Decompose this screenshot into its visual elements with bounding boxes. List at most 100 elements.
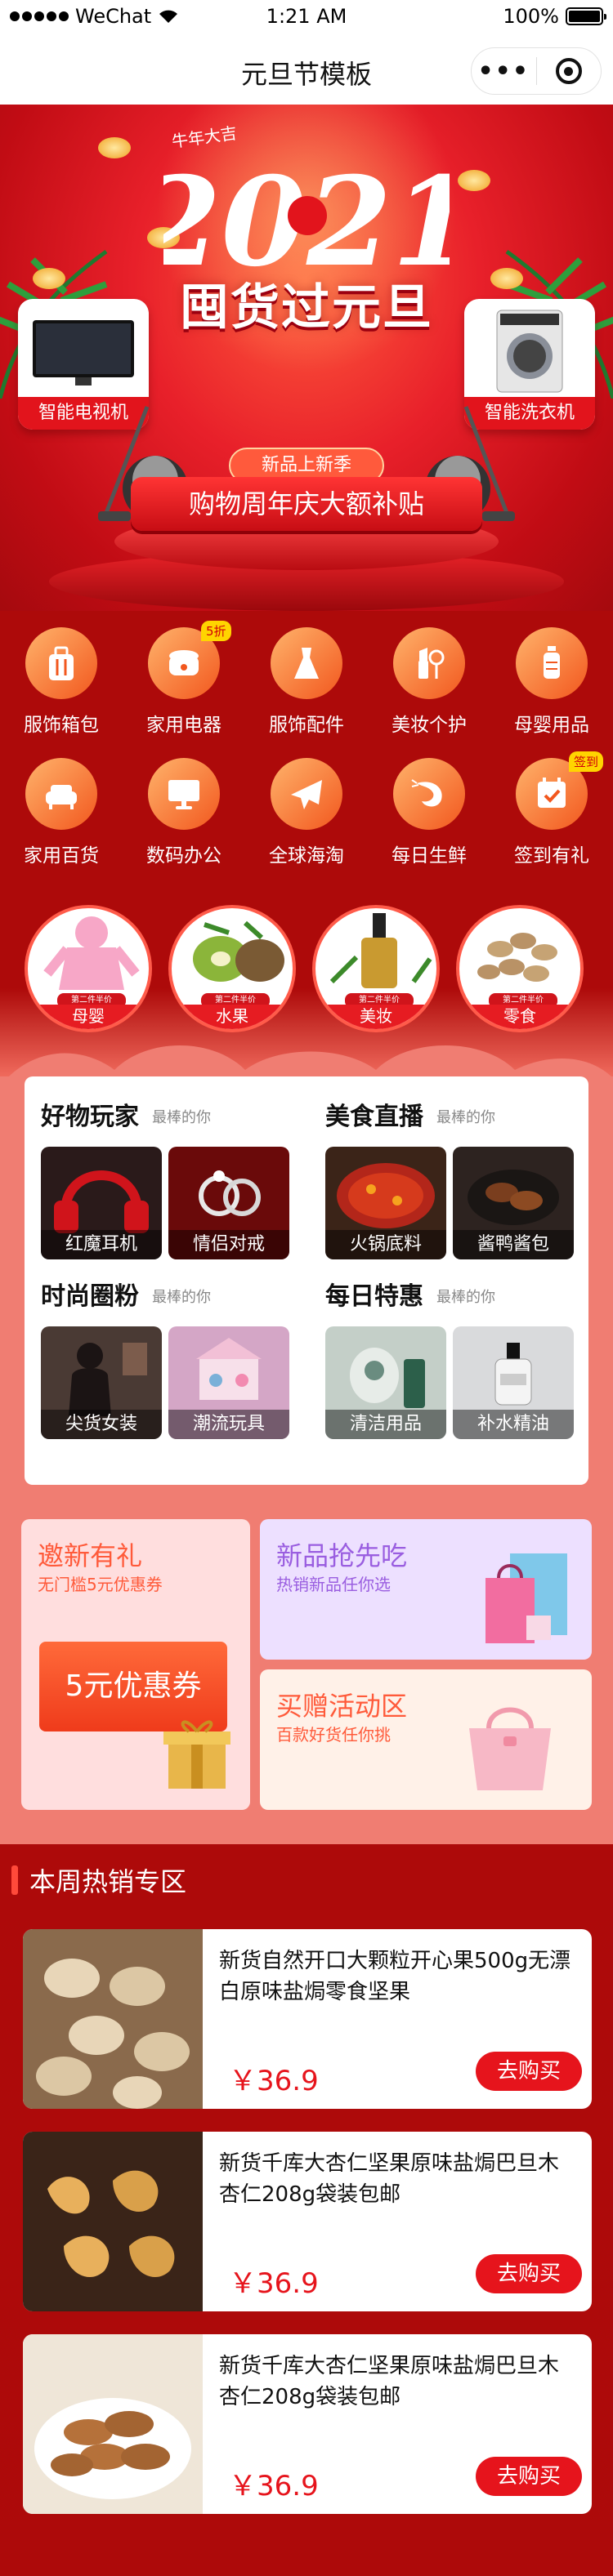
thumb-women-fashion[interactable]: 尖货女装	[41, 1326, 162, 1439]
circle-label: 零食	[459, 1005, 580, 1029]
woman-figure-icon	[69, 1343, 147, 1416]
circle-card-fruit[interactable]: 第二件半价 水果	[168, 905, 296, 1032]
toy-carousel-icon	[196, 1338, 262, 1400]
signin-badge: 签到	[569, 751, 604, 772]
battery-icon	[566, 7, 606, 25]
handbag-icon	[469, 1707, 551, 1790]
gold-coin-icon	[98, 137, 131, 158]
category-item[interactable]: 美妆个护	[368, 611, 490, 736]
promo-activity[interactable]: 买赠活动区 百款好货任你挑	[260, 1669, 592, 1810]
baby-bottle-icon	[516, 627, 588, 699]
product-card[interactable]: 新货千库大杏仁坚果原味盐焗巴旦木杏仁208g袋装包邮 ￥36.9 去购买	[23, 2334, 592, 2514]
washing-machine-icon	[496, 310, 563, 393]
thumb-headphones[interactable]: 红魔耳机	[41, 1147, 162, 1259]
block-food-live: 美食直播 最棒的你 火锅底料 酱鸭酱包	[325, 1096, 579, 1268]
nav-bar: 元旦节模板 •••	[0, 36, 613, 105]
lipstick-icon	[393, 627, 465, 699]
buy-button[interactable]: 去购买	[476, 2457, 582, 2496]
category-item[interactable]: 服饰配件	[245, 611, 368, 736]
circle-card-baby[interactable]: 第二件半价 母婴	[25, 905, 152, 1032]
promo-title: 买赠活动区	[276, 1691, 408, 1722]
category-label: 家用百货	[24, 845, 99, 867]
tv-icon	[33, 320, 134, 386]
thumb-caption: 补水精油	[453, 1410, 574, 1439]
thumb-caption: 清洁用品	[325, 1410, 446, 1439]
hero-banner[interactable]: 牛年大吉 2021 囤货过元旦 智能电视机 智能洗衣机	[0, 105, 613, 611]
category-label: 每日生鲜	[392, 845, 467, 867]
thumb-hotpot[interactable]: 火锅底料	[325, 1147, 446, 1259]
cashew-image	[23, 2132, 203, 2311]
battery-percent: 100%	[503, 5, 559, 28]
block-title: 好物玩家	[41, 1103, 139, 1131]
circle-card-beauty[interactable]: 第二件半价 美妆	[312, 905, 440, 1032]
thumb-caption: 情侣对戒	[168, 1230, 289, 1259]
close-miniprogram-button[interactable]	[537, 58, 602, 84]
buy-button[interactable]: 去购买	[476, 2052, 582, 2091]
block-title: 时尚圈粉	[41, 1282, 139, 1311]
promo-new-items[interactable]: 新品抢先吃 热销新品任你选	[260, 1519, 592, 1660]
featured-panel: 好物玩家 最棒的你 红魔耳机 情侣对戒 美食直播 最棒的你 火锅底料 酱鸭酱包 …	[25, 1076, 588, 1485]
section-accent-bar	[11, 1865, 18, 1895]
thumb-caption: 尖货女装	[41, 1410, 162, 1439]
category-item[interactable]: 签到 签到有礼	[490, 742, 613, 867]
promo-desc: 热销新品任你选	[276, 1575, 391, 1594]
headphones-icon	[54, 1170, 149, 1233]
gift-box-icon	[163, 1720, 230, 1789]
status-bar: WeChat 1:21 AM 100%	[0, 0, 613, 36]
product-card[interactable]: 新货自然开口大颗粒开心果500g无漂白原味盐焗零食坚果 ￥36.9 去购买	[23, 1929, 592, 2109]
thumb-trendy-toys[interactable]: 潮流玩具	[168, 1326, 289, 1439]
product-card[interactable]: 新货千库大杏仁坚果原味盐焗巴旦木杏仁208g袋装包邮 ￥36.9 去购买	[23, 2132, 592, 2311]
circle-label: 美妆	[315, 1005, 436, 1029]
category-label: 美妆个护	[392, 715, 467, 736]
category-item[interactable]: 5折 家用电器	[123, 611, 245, 736]
serum-bottle-icon	[329, 913, 432, 988]
category-item[interactable]: 数码办公	[123, 742, 245, 867]
category-item[interactable]: 全球海淘	[245, 742, 368, 867]
block-daily-deals: 每日特惠 最棒的你 清洁用品 补水精油	[325, 1276, 579, 1447]
category-item[interactable]: 家用百货	[0, 742, 123, 867]
monitor-icon	[148, 758, 220, 830]
luggage-icon	[25, 627, 97, 699]
discount-badge: 5折	[201, 621, 231, 641]
circle-card-snack[interactable]: 第二件半价 零食	[456, 905, 584, 1032]
product-price: ￥36.9	[229, 2065, 319, 2097]
thumb-rings[interactable]: 情侣对戒	[168, 1147, 289, 1259]
category-item[interactable]: 母婴用品	[490, 611, 613, 736]
thumb-caption: 酱鸭酱包	[453, 1230, 574, 1259]
block-subtitle: 最棒的你	[436, 1109, 495, 1126]
block-good-stuff: 好物玩家 最棒的你 红魔耳机 情侣对戒	[41, 1096, 294, 1268]
hot-section-header: 本周热销专区	[11, 1864, 187, 1897]
thumb-serum[interactable]: 补水精油	[453, 1326, 574, 1439]
block-subtitle: 最棒的你	[436, 1289, 495, 1306]
more-icon[interactable]: •••	[472, 57, 536, 86]
thumb-duck[interactable]: 酱鸭酱包	[453, 1147, 574, 1259]
promo-desc: 百款好货任你挑	[276, 1725, 391, 1745]
category-label: 数码办公	[146, 845, 221, 867]
thumb-caption: 潮流玩具	[168, 1410, 289, 1439]
buy-button[interactable]: 去购买	[476, 2254, 582, 2293]
product-name: 新货千库大杏仁坚果原味盐焗巴旦木杏仁208g袋装包邮	[219, 2354, 560, 2409]
block-fashion: 时尚圈粉 最棒的你 尖货女装 潮流玩具	[41, 1276, 294, 1447]
promo-title: 邀新有礼	[38, 1540, 143, 1571]
pistachio-image	[23, 1929, 203, 2109]
banner-subtitle: 购物周年庆大额补贴	[131, 477, 482, 531]
hotpot-icon	[337, 1163, 435, 1228]
hot-section-title: 本周热销专区	[29, 1866, 187, 1897]
category-item[interactable]: 服饰箱包	[0, 611, 123, 736]
braised-duck-icon	[468, 1170, 559, 1225]
shrimp-icon	[393, 758, 465, 830]
shopping-bags-icon	[485, 1553, 567, 1643]
category-label: 母婴用品	[514, 715, 589, 736]
category-label: 服饰箱包	[24, 715, 99, 736]
almond-image	[23, 2334, 203, 2514]
dress-icon	[271, 627, 342, 699]
product-price: ￥36.9	[229, 2267, 319, 2300]
block-title: 美食直播	[325, 1103, 423, 1131]
product-name: 新货自然开口大颗粒开心果500g无漂白原味盐焗零食坚果	[219, 1949, 571, 2004]
category-label: 签到有礼	[514, 845, 589, 867]
category-label: 服饰配件	[269, 715, 344, 736]
promo-invite[interactable]: 邀新有礼 无门槛5元优惠券 5元优惠券	[21, 1519, 250, 1810]
thumb-cleaning[interactable]: 清洁用品	[325, 1326, 446, 1439]
category-item[interactable]: 每日生鲜	[368, 742, 490, 867]
block-title: 每日特惠	[325, 1282, 423, 1311]
